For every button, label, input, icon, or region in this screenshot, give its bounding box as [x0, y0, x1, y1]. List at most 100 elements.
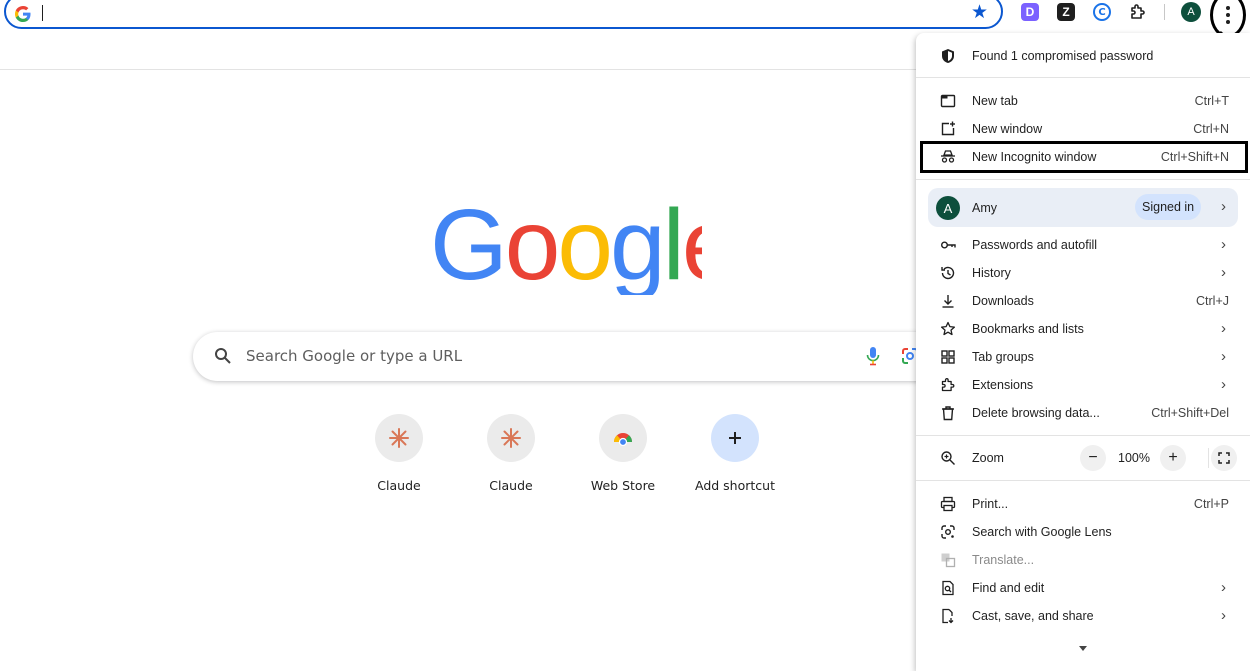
claude-icon — [375, 414, 423, 462]
menu-item-label: Zoom — [972, 451, 1004, 465]
puzzle-icon — [941, 378, 955, 392]
shortcut-tile[interactable]: Claude — [455, 414, 567, 504]
fullscreen-icon — [1218, 452, 1230, 464]
plus-icon — [711, 414, 759, 462]
menu-item-delete-browsing-data[interactable]: Delete browsing data... Ctrl+Shift+Del — [916, 399, 1250, 427]
fullscreen-button[interactable] — [1211, 445, 1237, 471]
menu-item-bookmarks[interactable]: Bookmarks and lists › — [916, 315, 1250, 343]
extensions-puzzle-icon[interactable] — [1128, 2, 1148, 22]
menu-item-label: History — [972, 266, 1011, 280]
chrome-main-menu: Found 1 compromised password New tab Ctr… — [916, 33, 1250, 671]
menu-item-history[interactable]: History › — [916, 259, 1250, 287]
text-caret — [42, 5, 43, 21]
menu-item-label: Passwords and autofill — [972, 238, 1098, 252]
menu-item-shortcut: Ctrl+Shift+Del — [1151, 406, 1229, 420]
signed-in-badge: Signed in — [1135, 194, 1202, 220]
menu-item-new-window[interactable]: New window Ctrl+N — [916, 115, 1250, 143]
zoom-in-button[interactable]: + — [1160, 445, 1186, 471]
menu-item-label: Delete browsing data... — [972, 406, 1100, 420]
menu-item-label: New window — [972, 122, 1043, 136]
menu-item-cast-save-share[interactable]: Cast, save, and share › — [916, 602, 1250, 630]
menu-divider — [916, 179, 1250, 180]
menu-item-label: New tab — [972, 94, 1018, 108]
microphone-icon[interactable] — [865, 346, 881, 366]
google-g-icon — [15, 6, 31, 22]
menu-divider — [916, 77, 1250, 78]
zoom-icon — [941, 451, 955, 465]
menu-item-shortcut: Ctrl+P — [1193, 497, 1229, 511]
menu-profile-row[interactable]: A Amy Signed in › — [928, 188, 1238, 227]
search-placeholder: Search Google or type a URL — [246, 347, 463, 365]
menu-item-label: Bookmarks and lists — [972, 322, 1084, 336]
claude-icon — [487, 414, 535, 462]
menu-item-passwords[interactable]: Passwords and autofill › — [916, 231, 1250, 259]
printer-icon — [940, 496, 956, 512]
zoom-out-button[interactable]: − — [1080, 445, 1106, 471]
menu-item-downloads[interactable]: Downloads Ctrl+J — [916, 287, 1250, 315]
menu-item-tab-groups[interactable]: Tab groups › — [916, 343, 1250, 371]
menu-item-label: Cast, save, and share — [972, 609, 1094, 623]
address-bar[interactable]: ★ — [4, 0, 1003, 29]
menu-item-google-lens[interactable]: Search with Google Lens — [916, 518, 1250, 546]
menu-item-label: Find and edit — [972, 581, 1045, 595]
menu-item-new-tab[interactable]: New tab Ctrl+T — [916, 87, 1250, 115]
shortcut-label: Claude — [489, 478, 533, 493]
chevron-right-icon: › — [1221, 376, 1226, 393]
menu-divider — [916, 435, 1250, 436]
menu-item-label: Extensions — [972, 378, 1034, 392]
chevron-right-icon: › — [1221, 607, 1226, 624]
menu-item-shortcut: Ctrl+N — [1193, 122, 1229, 136]
menu-divider — [916, 480, 1250, 481]
menu-item-shortcut: Ctrl+J — [1196, 294, 1229, 308]
cast-save-share-icon — [942, 608, 954, 624]
menu-item-translate: Translate... — [916, 546, 1250, 574]
key-icon — [941, 241, 956, 249]
c-extension-icon[interactable]: C — [1093, 3, 1111, 21]
z-extension-icon[interactable]: Z — [1057, 3, 1075, 21]
toolbar-separator — [1164, 4, 1165, 20]
shortcut-label: Add shortcut — [695, 478, 775, 493]
google-logo: Google — [430, 195, 702, 295]
menu-item-shortcut: Ctrl+T — [1194, 94, 1229, 108]
ntp-search-box[interactable]: Search Google or type a URL — [193, 332, 953, 381]
d-extension-icon[interactable]: D — [1021, 3, 1039, 21]
shortcut-label: Web Store — [590, 478, 656, 493]
menu-item-label: Search with Google Lens — [972, 525, 1112, 539]
add-shortcut-button[interactable]: Add shortcut — [679, 414, 791, 504]
translate-icon — [941, 553, 956, 568]
menu-item-print[interactable]: Print... Ctrl+P — [916, 490, 1250, 518]
menu-item-label: Translate... — [972, 553, 1035, 567]
menu-item-label: Downloads — [972, 294, 1034, 308]
shield-icon — [942, 49, 954, 63]
new-window-icon — [941, 121, 955, 136]
bookmark-star-icon[interactable]: ★ — [971, 2, 988, 22]
chevron-right-icon: › — [1221, 236, 1226, 253]
menu-item-find-and-edit[interactable]: Find and edit › — [916, 574, 1250, 602]
lens-icon — [941, 525, 955, 539]
chevron-right-icon: › — [1221, 198, 1226, 215]
shortcut-tile[interactable]: Web Store — [567, 414, 679, 504]
zoom-divider — [1208, 448, 1209, 468]
shortcut-label: Claude — [377, 478, 421, 493]
chevron-right-icon: › — [1221, 579, 1226, 596]
find-page-icon — [942, 580, 954, 596]
profile-name: Amy — [972, 201, 997, 215]
chevron-right-icon: › — [1221, 264, 1226, 281]
profile-avatar[interactable]: A — [1181, 2, 1201, 22]
menu-item-label: Tab groups — [972, 350, 1034, 364]
profile-avatar: A — [936, 196, 960, 220]
chevron-right-icon: › — [1221, 348, 1226, 365]
compromised-password-alert[interactable]: Found 1 compromised password — [916, 42, 1250, 70]
annotation-highlight-box — [920, 141, 1248, 173]
star-outline-icon — [940, 321, 956, 336]
tab-groups-icon — [941, 350, 955, 364]
svg-text:Google: Google — [430, 195, 702, 295]
search-icon — [215, 348, 231, 364]
menu-item-extensions[interactable]: Extensions › — [916, 371, 1250, 399]
new-tab-icon — [940, 94, 956, 108]
trash-icon — [942, 406, 954, 421]
shortcut-tile[interactable]: Claude — [343, 414, 455, 504]
zoom-level: 100% — [1118, 451, 1150, 465]
alert-label: Found 1 compromised password — [972, 49, 1154, 63]
scroll-down-arrow-icon[interactable] — [1079, 646, 1087, 651]
